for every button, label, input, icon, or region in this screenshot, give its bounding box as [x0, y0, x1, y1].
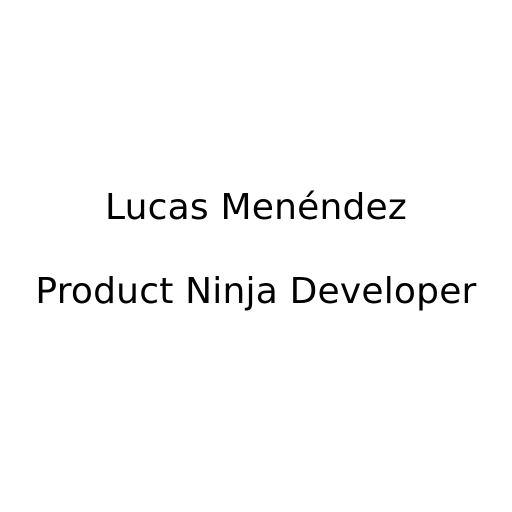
job-title: Product Ninja Developer — [35, 271, 477, 312]
person-name: Lucas Menéndez — [105, 187, 407, 228]
profile-card: Lucas Menéndez Product Ninja Developer — [0, 0, 512, 512]
